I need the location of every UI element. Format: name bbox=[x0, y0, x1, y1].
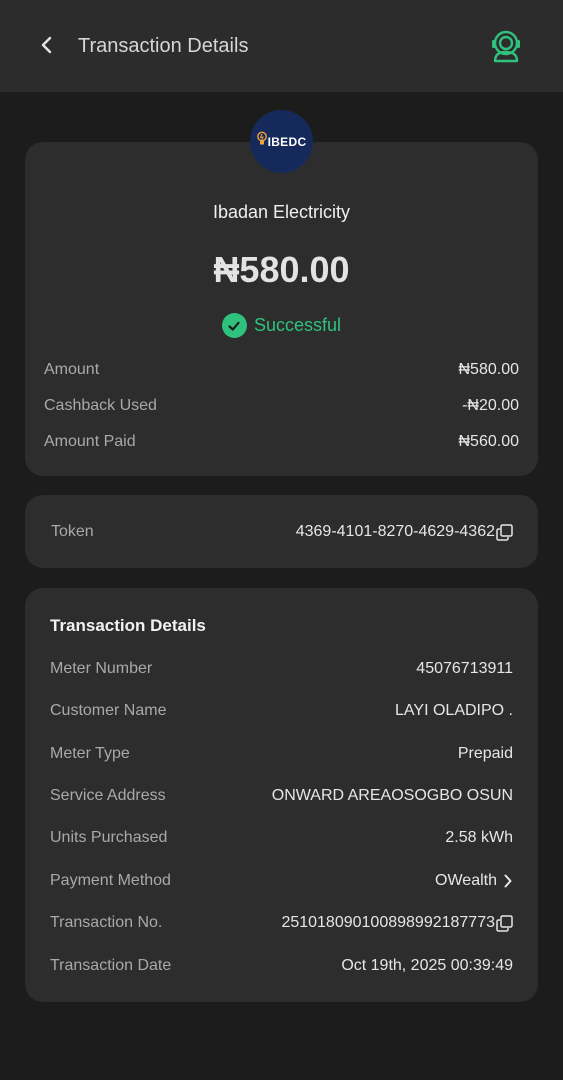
detail-row-service-address: Service Address ONWARD AREAOSOGBO OSUN bbox=[50, 784, 513, 808]
row-value: LAYI OLADIPO . bbox=[395, 702, 513, 719]
row-value: -₦20.00 bbox=[462, 397, 519, 414]
details-card: Transaction Details Meter Number 4507671… bbox=[25, 588, 538, 1002]
token-value-group: 4369-4101-8270-4629-4362 bbox=[296, 523, 513, 541]
lightbulb-icon bbox=[256, 131, 268, 152]
detail-row-meter-type: Meter Type Prepaid bbox=[50, 742, 513, 766]
detail-row-transaction-no: Transaction No. 251018090100898992187773 bbox=[50, 911, 513, 935]
row-label: Meter Type bbox=[50, 745, 130, 762]
row-value: 2.58 kWh bbox=[445, 829, 513, 846]
summary-row-amount-paid: Amount Paid ₦560.00 bbox=[44, 430, 519, 454]
status-text: Successful bbox=[253, 315, 342, 335]
row-value: ₦560.00 bbox=[458, 433, 520, 450]
details-title: Transaction Details bbox=[50, 616, 206, 635]
row-label: Service Address bbox=[50, 787, 166, 804]
copy-icon[interactable] bbox=[496, 914, 513, 932]
back-button[interactable] bbox=[30, 30, 64, 64]
row-label: Payment Method bbox=[50, 872, 171, 889]
row-value: Oct 19th, 2025 00:39:49 bbox=[341, 957, 513, 974]
summary-row-amount: Amount ₦580.00 bbox=[44, 358, 519, 382]
status-badge: Successful bbox=[25, 313, 538, 338]
detail-row-payment-method[interactable]: Payment Method OWealth bbox=[50, 869, 513, 893]
customer-support-icon bbox=[489, 28, 523, 69]
biller-logo: IBEDC bbox=[250, 110, 313, 173]
row-label: Cashback Used bbox=[44, 397, 157, 414]
row-value: ONWARD AREAOSOGBO OSUN bbox=[271, 787, 513, 804]
logo-text: IBEDC bbox=[267, 134, 307, 149]
detail-row-transaction-date: Transaction Date Oct 19th, 2025 00:39:49 bbox=[50, 954, 513, 978]
token-card: Token 4369-4101-8270-4629-4362 bbox=[25, 495, 538, 568]
row-value: Prepaid bbox=[457, 745, 513, 762]
row-label: Amount bbox=[44, 361, 100, 378]
row-value: 45076713911 bbox=[416, 660, 513, 677]
token-row: Token 4369-4101-8270-4629-4362 bbox=[51, 520, 513, 544]
row-label: Amount Paid bbox=[44, 433, 136, 450]
customer-support-button[interactable] bbox=[486, 28, 526, 68]
page-title: Transaction Details bbox=[78, 35, 249, 57]
row-value: 251018090100898992187773 bbox=[281, 914, 495, 931]
row-label: Transaction Date bbox=[50, 957, 172, 974]
detail-row-customer-name: Customer Name LAYI OLADIPO . bbox=[50, 699, 513, 723]
transaction-amount: ₦580.00 bbox=[213, 249, 350, 290]
token-value: 4369-4101-8270-4629-4362 bbox=[295, 523, 495, 540]
row-value: OWealth bbox=[435, 872, 497, 889]
transaction-no-group: 251018090100898992187773 bbox=[281, 914, 513, 932]
summary-card: Ibadan Electricity ₦580.00 Successful Am… bbox=[25, 142, 538, 476]
biller-name: Ibadan Electricity bbox=[212, 202, 351, 222]
row-value: ₦580.00 bbox=[458, 361, 520, 378]
row-label: Units Purchased bbox=[50, 829, 168, 846]
top-bar: Transaction Details bbox=[0, 0, 563, 92]
payment-method-link[interactable]: OWealth bbox=[435, 872, 513, 890]
copy-icon[interactable] bbox=[496, 523, 513, 541]
detail-row-units-purchased: Units Purchased 2.58 kWh bbox=[50, 826, 513, 850]
detail-row-meter-number: Meter Number 45076713911 bbox=[50, 657, 513, 681]
chevron-right-icon bbox=[503, 873, 513, 889]
check-circle-icon bbox=[221, 313, 247, 338]
chevron-left-icon bbox=[40, 36, 54, 59]
row-label: Meter Number bbox=[50, 660, 153, 677]
summary-row-cashback: Cashback Used -₦20.00 bbox=[44, 394, 519, 418]
row-label: Transaction No. bbox=[50, 914, 163, 931]
row-label: Customer Name bbox=[50, 702, 167, 719]
token-label: Token bbox=[51, 523, 94, 540]
